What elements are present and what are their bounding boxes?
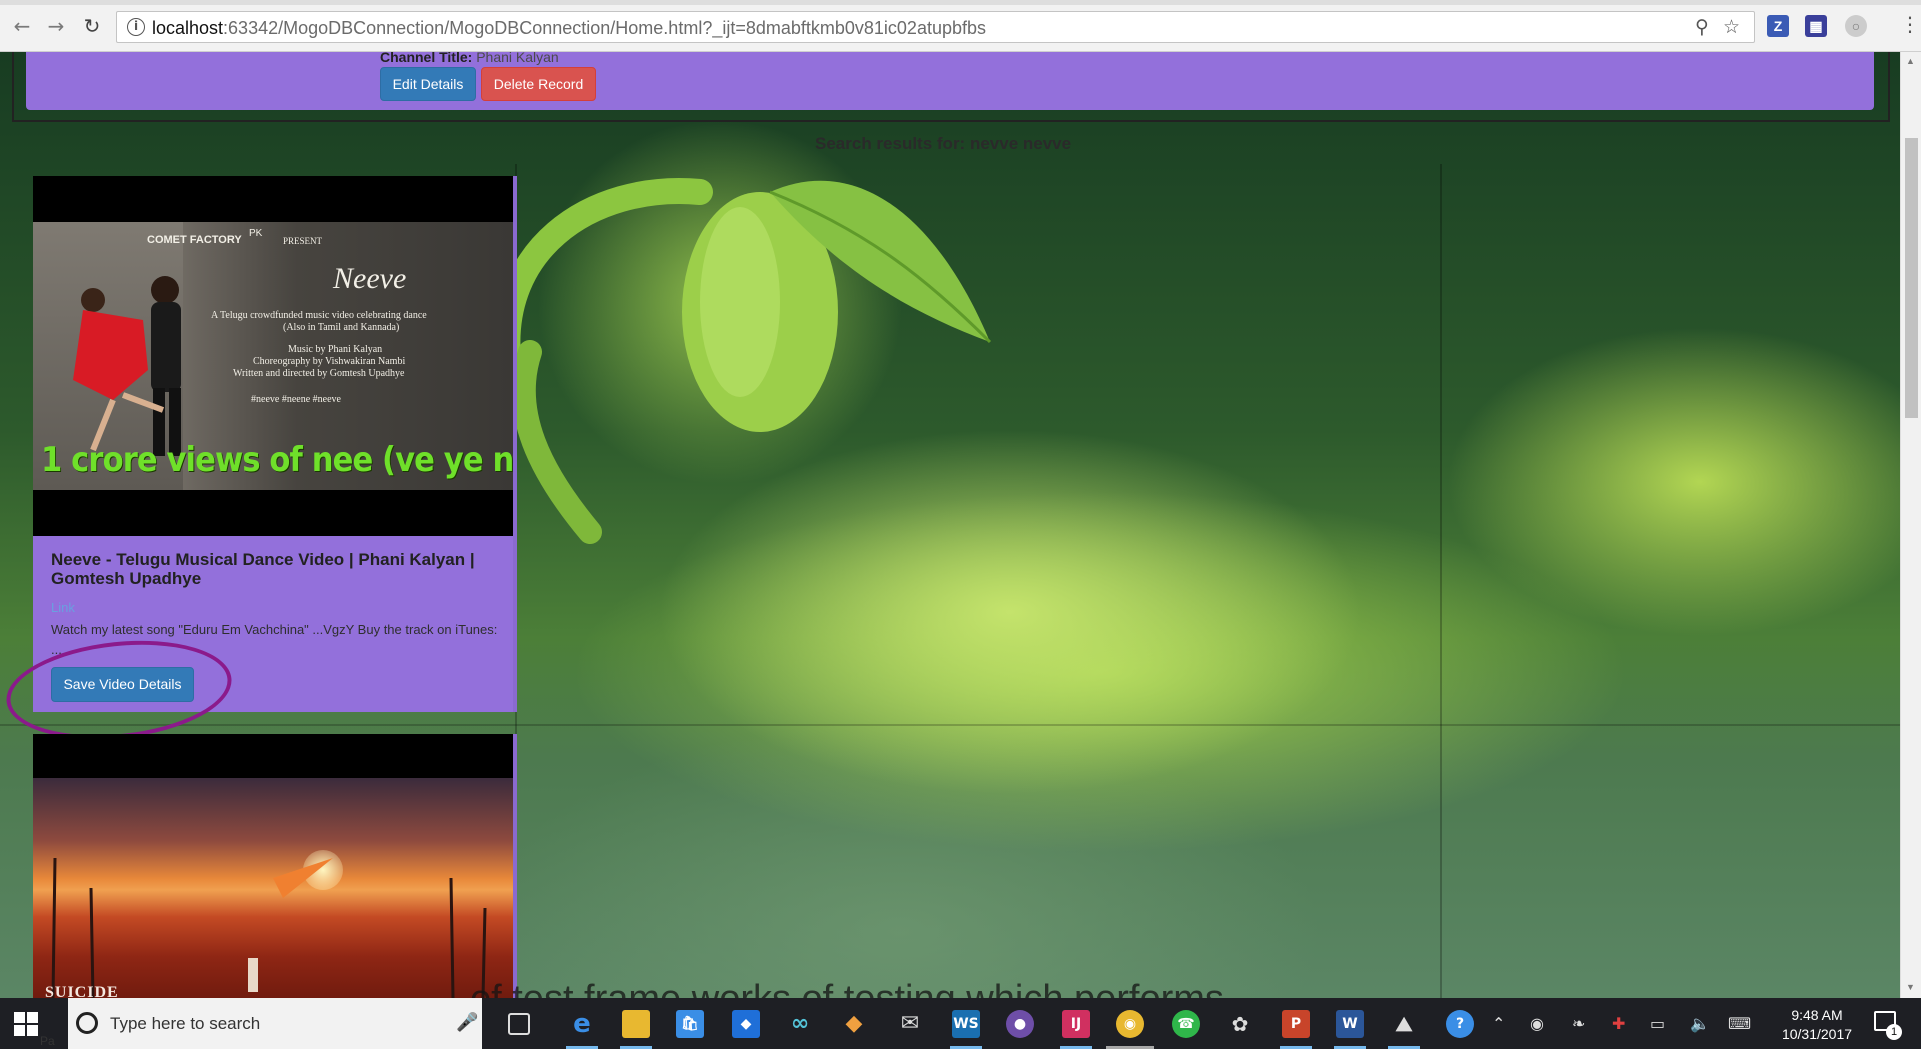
zoom-icon[interactable]: ⚲: [1695, 16, 1709, 38]
thumbnail-caption: SUICIDE: [45, 984, 119, 998]
notification-count-badge: 1: [1886, 1024, 1902, 1040]
video-title: Neeve - Telugu Musical Dance Video | Pha…: [51, 550, 475, 588]
infinity-app-icon[interactable]: ∞: [786, 1010, 814, 1038]
thumbnail-artwork: SUICIDE: [33, 778, 513, 998]
thumbnail-banner: 1 crore views of nee (ve ye ne): [41, 440, 513, 480]
profile-extension-icon[interactable]: ○: [1845, 15, 1867, 37]
taskbar: Type here to search 🎤 e 🛍 ◆ ∞ ◆ ✉ WS ● I…: [0, 998, 1921, 1049]
thumbnail-line: A Telugu crowdfunded music video celebra…: [211, 310, 427, 321]
help-icon[interactable]: ?: [1446, 1010, 1474, 1038]
scrollbar-thumb[interactable]: [1905, 138, 1918, 418]
video-link[interactable]: Link: [51, 600, 75, 615]
file-explorer-icon[interactable]: [622, 1010, 650, 1038]
sprout-illustration: [494, 178, 992, 544]
powerpoint-icon[interactable]: P: [1282, 1010, 1310, 1038]
address-bar[interactable]: i localhost:63342/MogoDBConnection/MogoD…: [116, 11, 1755, 43]
url-host: localhost: [152, 18, 224, 38]
channel-title-label: Channel Title:: [380, 49, 473, 65]
forward-arrow-icon[interactable]: →: [44, 14, 68, 38]
clock-date: 10/31/2017: [1781, 1026, 1853, 1042]
intellij-icon[interactable]: IJ: [1062, 1010, 1090, 1038]
info-icon[interactable]: i: [127, 18, 145, 36]
video-thumbnail[interactable]: SUICIDE: [33, 734, 513, 998]
taskbar-clock[interactable]: 9:48 AM 10/31/2017: [1770, 1006, 1864, 1044]
volume-muted-icon[interactable]: 🔈: [1690, 1014, 1710, 1033]
clock-time: 9:48 AM: [1791, 1007, 1843, 1023]
taskbar-search-placeholder: Type here to search: [110, 1014, 261, 1033]
vertical-scrollbar[interactable]: ▲ ▼: [1900, 52, 1921, 998]
presenter-text: COMET FACTORY: [147, 234, 242, 246]
microphone-icon[interactable]: 🎤: [456, 1012, 478, 1033]
url-path: :63342/MogoDBConnection/MogoDBConnection…: [223, 18, 986, 38]
record-panel: [26, 52, 1874, 110]
channel-title: Channel Title: Phani Kalyan: [380, 49, 559, 65]
menu-icon[interactable]: ⋮: [1900, 12, 1920, 36]
cortana-icon: [76, 1012, 98, 1034]
video-thumbnail[interactable]: COMET FACTORY PK PRESENT Neeve A Telugu …: [33, 176, 513, 536]
zotero-extension-icon[interactable]: Z: [1767, 15, 1789, 37]
thumbnail-line: Music by Phani Kalyan: [288, 344, 383, 355]
partial-label: Pa: [40, 1034, 55, 1048]
tray-record-icon[interactable]: ◉: [1530, 1014, 1544, 1033]
browser-toolbar: ← → ↻ i localhost:63342/MogoDBConnection…: [0, 0, 1921, 52]
background-seam: [1440, 164, 1442, 998]
url-text[interactable]: localhost:63342/MogoDBConnection/MogoDBC…: [152, 18, 986, 39]
dropbox-icon[interactable]: ◆: [732, 1010, 760, 1038]
tray-chevron-icon[interactable]: ⌃: [1492, 1014, 1505, 1033]
word-icon[interactable]: W: [1336, 1010, 1364, 1038]
dancers-figure: [73, 276, 181, 456]
scroll-up-icon[interactable]: ▲: [1906, 56, 1915, 66]
extension-icon[interactable]: ▦: [1805, 15, 1827, 37]
background-seam: [0, 724, 1900, 726]
chrome-icon[interactable]: ◉: [1116, 1010, 1144, 1038]
photos-icon[interactable]: ⛰: [1390, 1010, 1418, 1038]
tab-strip: [0, 0, 1921, 5]
task-view-icon[interactable]: [508, 1013, 530, 1035]
song-title-text: Neeve: [333, 262, 407, 295]
channel-title-value: Phani Kalyan: [476, 49, 559, 65]
webstorm-icon[interactable]: WS: [952, 1010, 980, 1038]
windows-start-icon[interactable]: [14, 1012, 38, 1036]
taskbar-search-box[interactable]: Type here to search 🎤: [68, 998, 482, 1049]
present-text: PRESENT: [283, 236, 323, 246]
hashtags-text: #neeve #neene #neeve: [251, 394, 341, 405]
wifi-icon[interactable]: ❧: [1572, 1014, 1585, 1033]
thumbnail-line: (Also in Tamil and Kannada): [283, 322, 400, 333]
paint-icon[interactable]: ✿: [1226, 1010, 1254, 1038]
tray-app-icon[interactable]: ✚: [1612, 1014, 1625, 1033]
github-desktop-icon[interactable]: ●: [1006, 1010, 1034, 1038]
pk-logo: PK: [249, 228, 263, 239]
whatsapp-icon[interactable]: ☎: [1172, 1010, 1200, 1038]
back-arrow-icon[interactable]: ←: [10, 14, 34, 38]
edit-details-button[interactable]: Edit Details: [380, 67, 476, 101]
trees-figure: [51, 857, 487, 998]
scroll-down-icon[interactable]: ▼: [1906, 982, 1915, 992]
edge-browser-icon[interactable]: e: [568, 1010, 596, 1038]
delete-record-button[interactable]: Delete Record: [481, 67, 596, 101]
thumbnail-line: Written and directed by Gomtesh Upadhye: [233, 368, 405, 379]
search-results-heading: Search results for: nevve nevve: [815, 134, 1072, 153]
reload-icon[interactable]: ↻: [80, 14, 104, 38]
star-icon[interactable]: ☆: [1723, 16, 1740, 38]
keyboard-icon[interactable]: ⌨: [1728, 1014, 1751, 1033]
video-card: COMET FACTORY PK PRESENT Neeve A Telugu …: [33, 176, 517, 712]
mail-icon[interactable]: ✉: [896, 1010, 924, 1038]
video-card: SUICIDE: [33, 734, 517, 998]
thumbnail-line: Choreography by Vishwakiran Nambi: [253, 356, 406, 367]
store-icon[interactable]: 🛍: [676, 1010, 704, 1038]
battery-icon[interactable]: ▭: [1650, 1014, 1665, 1033]
git-app-icon[interactable]: ◆: [840, 1010, 868, 1038]
thumbnail-artwork: COMET FACTORY PK PRESENT Neeve A Telugu …: [33, 222, 513, 490]
